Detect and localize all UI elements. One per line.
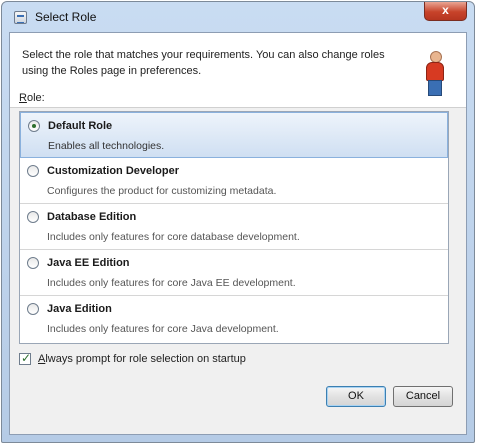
header-description: Select the role that matches your requir… [22, 49, 385, 77]
radio-java-edition[interactable] [27, 303, 39, 315]
always-prompt-text: lways prompt for role selection on start… [45, 353, 246, 365]
radio-customization-developer[interactable] [27, 165, 39, 177]
person-icon [424, 51, 446, 97]
role-name: Customization Developer [47, 165, 180, 177]
role-name: Java EE Edition [47, 257, 130, 269]
window-title: Select Role [35, 10, 97, 24]
cancel-button[interactable]: Cancel [393, 386, 453, 407]
role-name: Database Edition [47, 211, 137, 223]
role-description: Enables all technologies. [48, 140, 165, 152]
select-role-dialog: Select Role x Select the role that match… [1, 1, 475, 443]
dialog-header: Select the role that matches your requir… [10, 33, 466, 108]
ok-button[interactable]: OK [326, 386, 386, 407]
role-name: Java Edition [47, 303, 112, 315]
role-item-database-edition[interactable]: Database Edition Includes only features … [20, 204, 448, 250]
always-prompt-label[interactable]: Always prompt for role selection on star… [38, 353, 246, 365]
role-item-customization-developer[interactable]: Customization Developer Configures the p… [20, 158, 448, 204]
close-button[interactable]: x [424, 2, 467, 21]
checkmark-icon: ✓ [21, 351, 32, 365]
role-item-java-ee-edition[interactable]: Java EE Edition Includes only features f… [20, 250, 448, 296]
role-label-mnemonic: R [19, 92, 27, 104]
window-icon [14, 11, 27, 24]
always-prompt-checkbox[interactable]: ✓ [19, 351, 32, 365]
title-bar[interactable]: Select Role x [2, 2, 474, 32]
role-list: Default Role Enables all technologies. C… [19, 111, 449, 344]
person-body [426, 62, 444, 81]
role-label-text: ole: [26, 92, 45, 104]
role-name: Default Role [48, 120, 113, 132]
role-item-default[interactable]: Default Role Enables all technologies. [20, 112, 448, 158]
role-description: Configures the product for customizing m… [47, 185, 277, 197]
role-item-java-edition[interactable]: Java Edition Includes only features for … [20, 296, 448, 342]
role-description: Includes only features for core Java EE … [47, 277, 296, 289]
radio-java-ee-edition[interactable] [27, 257, 39, 269]
role-label: Role: [19, 92, 45, 104]
radio-default-role[interactable] [28, 120, 40, 132]
radio-database-edition[interactable] [27, 211, 39, 223]
role-description: Includes only features for core Java dev… [47, 323, 279, 335]
role-description: Includes only features for core database… [47, 231, 300, 243]
person-legs [428, 80, 442, 96]
